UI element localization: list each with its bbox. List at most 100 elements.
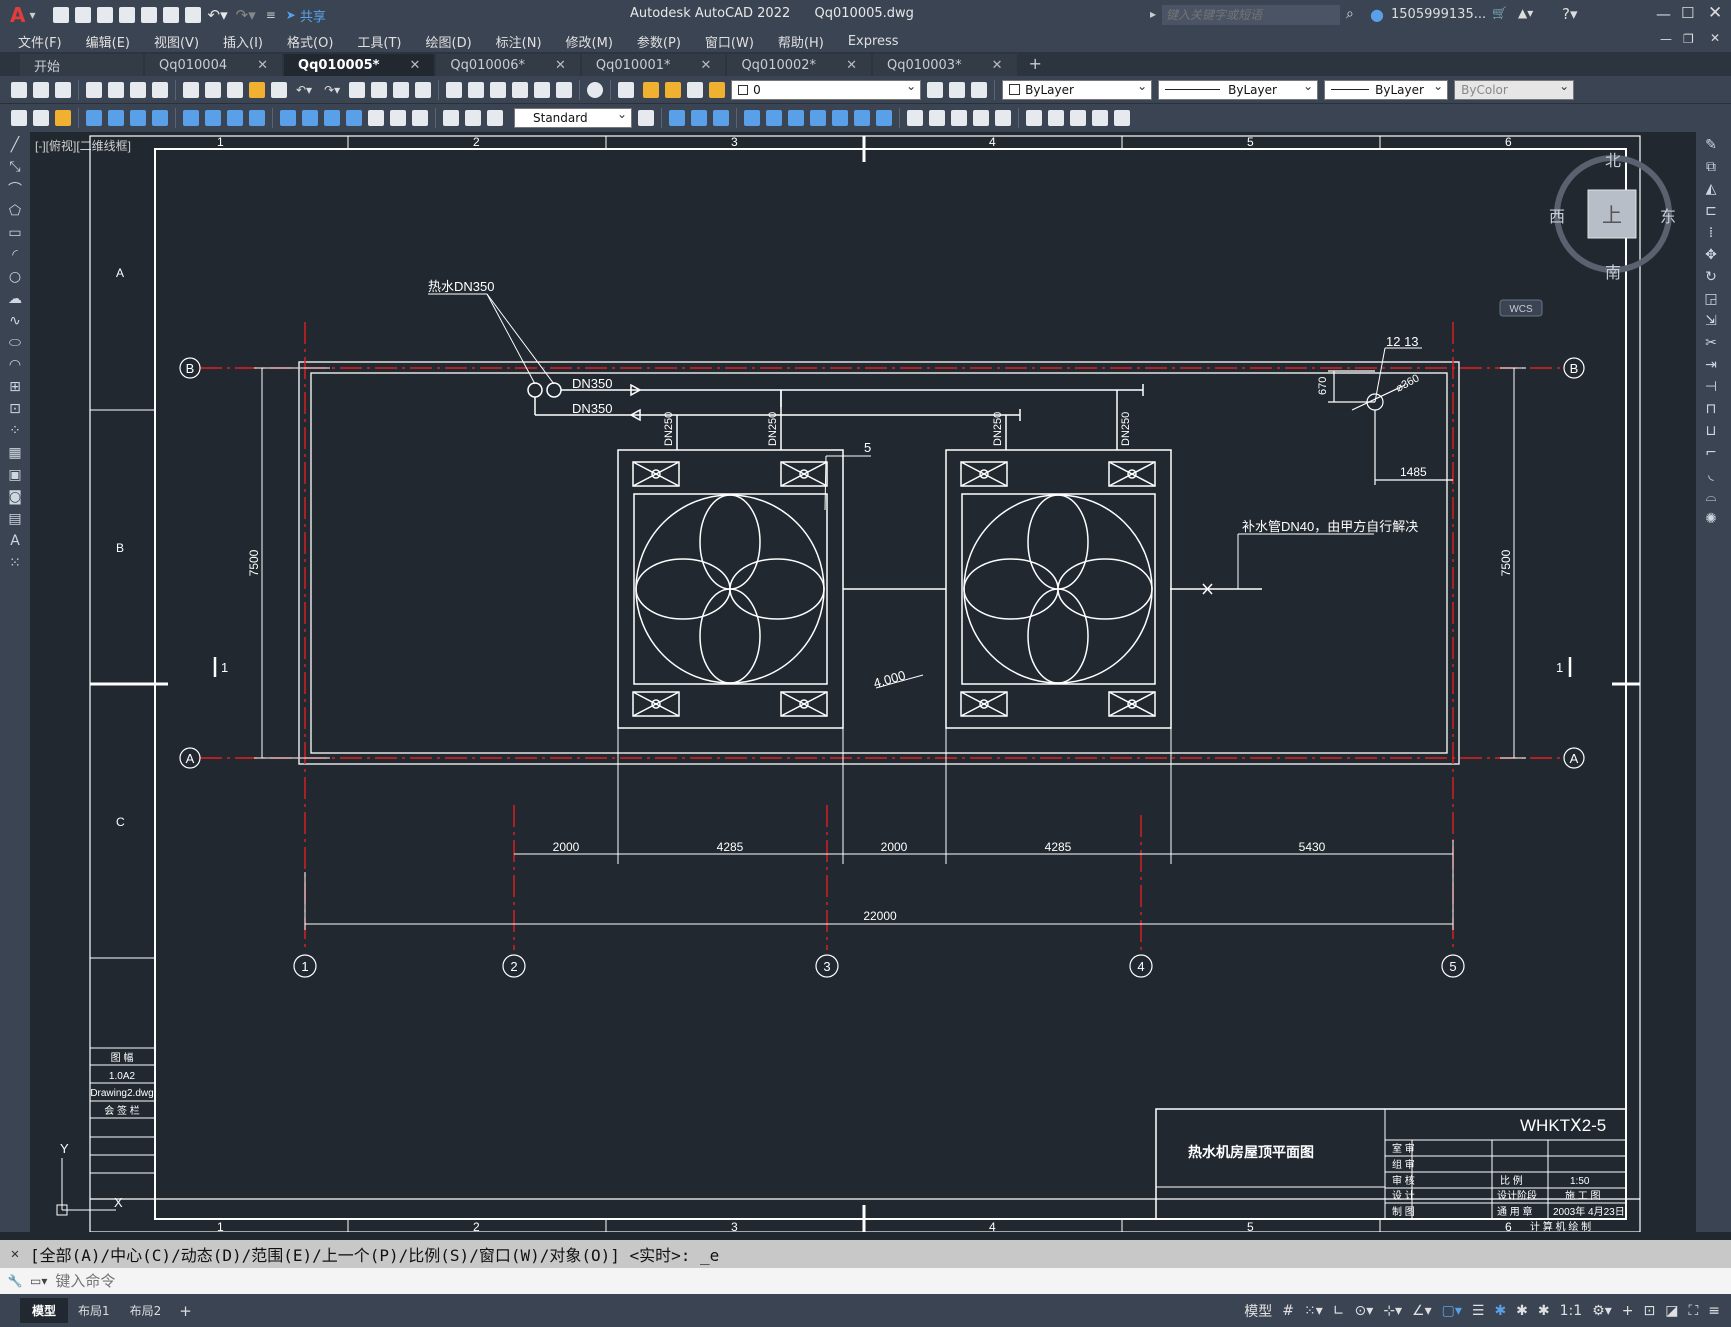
share-button[interactable]: 共享 — [300, 6, 326, 25]
close-tab-icon[interactable]: ✕ — [555, 58, 566, 73]
layer-previous-icon[interactable] — [949, 81, 966, 98]
dim-radius-icon[interactable] — [130, 110, 146, 126]
cart-icon[interactable]: 🛒 — [1492, 6, 1507, 20]
save-icon[interactable] — [55, 81, 71, 98]
close-tab-icon[interactable]: ✕ — [257, 58, 268, 73]
paste-icon[interactable] — [227, 81, 243, 98]
fullscreen-icon[interactable]: ⛶ — [1688, 1303, 1698, 1319]
spline-tool-icon[interactable]: ∿ — [5, 312, 25, 330]
search-icon[interactable]: ⌕ — [1346, 6, 1354, 22]
viewport-label[interactable]: [-][俯视][二维线框] — [35, 138, 131, 153]
image-icon[interactable] — [1092, 110, 1108, 126]
command-recent-icon[interactable]: ▭▾ — [30, 1274, 47, 1288]
app-logo[interactable]: A — [10, 3, 25, 27]
attach-icon[interactable] — [1048, 110, 1064, 126]
annotation-scale[interactable]: 1:1 — [1560, 1303, 1583, 1319]
menu-modify[interactable]: 修改(M) — [554, 32, 625, 51]
customize-icon[interactable]: ≡ — [1708, 1303, 1720, 1319]
user-name[interactable]: 1505999135... — [1391, 7, 1486, 22]
insert-block-icon[interactable] — [1026, 110, 1042, 126]
snap-icon[interactable]: ⁙▾ — [1304, 1303, 1323, 1319]
layout-tab-1[interactable]: 布局1 — [68, 1298, 120, 1323]
close-tab-icon[interactable]: ✕ — [992, 58, 1003, 73]
menu-express[interactable]: Express — [836, 34, 911, 49]
layer-dropdown[interactable]: 0 — [731, 79, 922, 100]
layer-states-icon[interactable] — [971, 81, 988, 98]
tab-qq010004[interactable]: Qq010004 ✕ — [145, 54, 283, 76]
redo-icon[interactable]: ↷▾ — [324, 83, 340, 97]
viewcube-west[interactable]: 西 — [1549, 209, 1565, 226]
viewcube-south[interactable]: 南 — [1605, 264, 1621, 282]
ucs-icon[interactable] — [744, 110, 760, 126]
menu-parametric[interactable]: 参数(P) — [625, 32, 693, 51]
qnew-icon[interactable] — [11, 81, 27, 98]
plotstyle-dropdown[interactable]: ByColor — [1454, 79, 1575, 100]
close-tab-icon[interactable]: ✕ — [409, 58, 420, 73]
viewcube-north[interactable]: 北 — [1605, 152, 1621, 170]
tool-palettes-icon[interactable] — [490, 81, 507, 98]
menu-tools[interactable]: 工具(T) — [345, 32, 413, 51]
menu-view[interactable]: 视图(V) — [142, 32, 211, 51]
insert-block-tool-icon[interactable]: ⊞ — [5, 378, 25, 396]
save-icon[interactable] — [96, 7, 113, 23]
close-tab-icon[interactable]: ✕ — [701, 58, 712, 73]
layout-tab-model[interactable]: 模型 — [20, 1298, 69, 1323]
stretch-tool-icon[interactable]: ⇲ — [1701, 312, 1721, 330]
region-tool-icon[interactable]: ◙ — [5, 488, 25, 506]
explode-tool-icon[interactable]: ✺ — [1701, 510, 1721, 528]
properties-icon[interactable] — [446, 81, 463, 98]
dim-ordinate-icon[interactable] — [108, 110, 124, 126]
model-space-button[interactable]: 模型 — [1244, 1301, 1272, 1321]
layer-lock-icon[interactable] — [709, 81, 726, 98]
rectangle-tool-icon[interactable]: ▭ — [5, 224, 25, 242]
help-icon[interactable] — [587, 81, 604, 98]
menu-window[interactable]: 窗口(W) — [693, 32, 766, 51]
units-icon[interactable]: ⊡ — [1643, 1303, 1655, 1319]
polygon-tool-icon[interactable]: ⬠ — [5, 202, 25, 220]
chamfer-tool-icon[interactable]: ⌐ — [1701, 444, 1721, 462]
quickcalc-icon[interactable] — [556, 81, 573, 98]
plus-icon[interactable]: + — [1622, 1303, 1634, 1319]
menu-insert[interactable]: 插入(I) — [211, 32, 275, 51]
tab-qq010005[interactable]: Qq010005* ✕ — [284, 54, 435, 76]
layer-properties-icon[interactable] — [618, 81, 635, 98]
close-tab-icon[interactable]: ✕ — [846, 58, 857, 73]
gradient-tool-icon[interactable]: ▣ — [5, 466, 25, 484]
ortho-icon[interactable]: ∟ — [1333, 1303, 1345, 1319]
join-tool-icon[interactable]: ⊔ — [1701, 422, 1721, 440]
undo-icon[interactable]: ↶▾ — [296, 83, 312, 97]
revcloud-tool-icon[interactable]: ☁ — [5, 290, 25, 308]
circle-tool-icon[interactable]: ○ — [5, 268, 25, 286]
ucs-world-icon[interactable] — [766, 110, 782, 126]
command-close-icon[interactable]: ✕ — [0, 1246, 30, 1262]
open-icon[interactable] — [33, 81, 49, 98]
doc-close-button[interactable]: ✕ — [1710, 31, 1720, 45]
dim-aligned-icon[interactable] — [33, 110, 49, 126]
block-editor-icon[interactable] — [271, 81, 287, 98]
color-dropdown[interactable]: ByLayer — [1002, 79, 1153, 100]
save-web-icon[interactable] — [162, 7, 179, 23]
match-properties-icon[interactable] — [249, 81, 265, 98]
drawing-svg[interactable]: [-][俯视][二维线框] 1 2 3 4 5 6 1 2 3 4 5 6 A … — [30, 132, 1696, 1232]
close-button[interactable]: ✕ — [1708, 3, 1722, 23]
dimstyle-dropdown[interactable]: Standard — [514, 107, 632, 128]
redo-icon[interactable]: ↷▾ — [236, 6, 256, 24]
menu-help[interactable]: 帮助(H) — [766, 32, 836, 51]
point-tool-icon[interactable]: ⁘ — [5, 422, 25, 440]
tab-qq010003[interactable]: Qq010003* ✕ — [872, 54, 1017, 76]
ucs-object-icon[interactable] — [832, 110, 848, 126]
otrack-icon[interactable]: ∠▾ — [1412, 1303, 1432, 1319]
construction-line-icon[interactable]: ⤡ — [5, 158, 25, 176]
mtext-tool-icon[interactable]: A — [5, 532, 25, 550]
doc-restore-button[interactable]: ❐ — [1683, 32, 1694, 46]
viewcube[interactable] — [1499, 155, 1672, 317]
print-preview-icon[interactable] — [108, 81, 124, 98]
minimize-button[interactable]: — — [1656, 5, 1671, 23]
ellipse-arc-tool-icon[interactable]: ◠ — [5, 356, 25, 374]
lights-icon[interactable] — [951, 110, 967, 126]
extend-tool-icon[interactable]: ⇥ — [1701, 356, 1721, 374]
tab-start[interactable]: 开始 — [20, 54, 143, 76]
menu-format[interactable]: 格式(O) — [275, 32, 345, 51]
open-file-icon[interactable] — [74, 7, 91, 23]
dim-update-icon[interactable] — [487, 110, 503, 126]
